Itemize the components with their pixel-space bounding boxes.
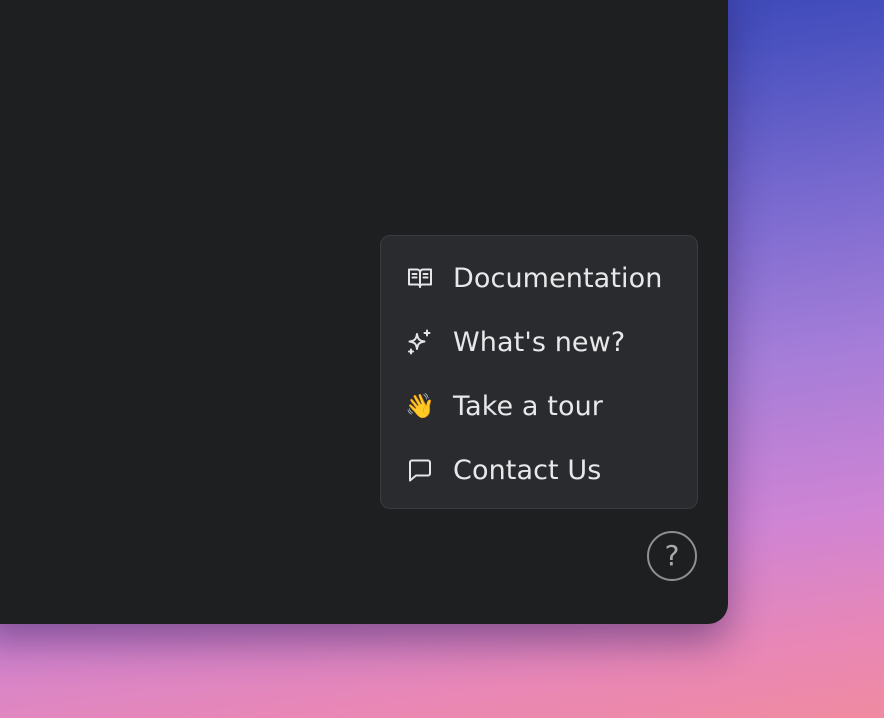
question-mark-icon: ? xyxy=(664,539,680,572)
sparkles-icon xyxy=(406,328,434,356)
help-button[interactable]: ? xyxy=(647,531,697,581)
menu-item-documentation[interactable]: Documentation xyxy=(381,246,697,310)
waving-hand-icon: 👋 xyxy=(405,392,435,420)
menu-item-take-a-tour[interactable]: 👋 Take a tour xyxy=(381,374,697,438)
chat-bubble-icon xyxy=(406,456,434,484)
help-menu: Documentation What's new? 👋 Take a tour … xyxy=(380,235,698,509)
book-open-icon xyxy=(406,264,434,292)
menu-item-label: Contact Us xyxy=(453,454,602,486)
menu-item-label: Take a tour xyxy=(453,390,603,422)
menu-item-contact-us[interactable]: Contact Us xyxy=(381,438,697,502)
menu-item-whats-new[interactable]: What's new? xyxy=(381,310,697,374)
menu-item-label: What's new? xyxy=(453,326,626,358)
menu-item-label: Documentation xyxy=(453,262,663,294)
